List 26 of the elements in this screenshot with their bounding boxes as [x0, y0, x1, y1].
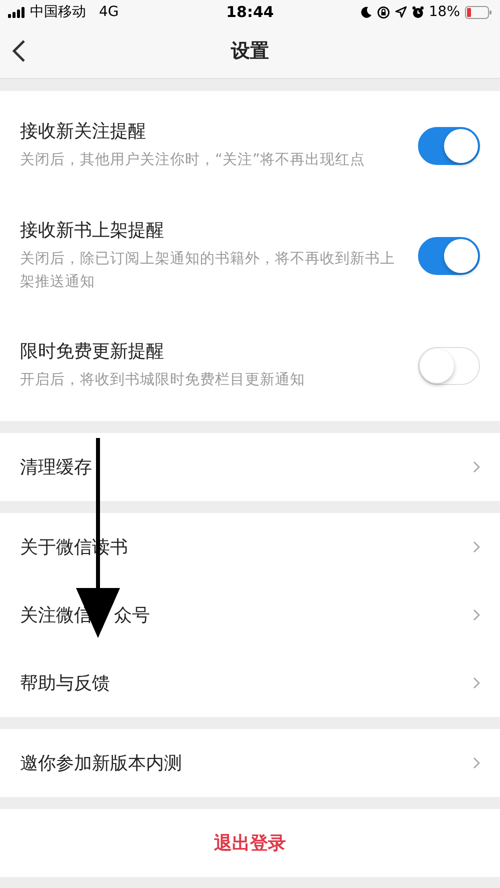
setting-title: 接收新书上架提醒	[20, 218, 165, 242]
location-icon	[394, 6, 407, 18]
network-type: 4G	[99, 4, 119, 20]
setting-title: 接收新关注提醒	[20, 120, 147, 144]
chevron-icon	[473, 677, 480, 689]
battery-icon	[465, 6, 492, 18]
carrier-name: 中国移动	[30, 3, 86, 21]
setting-description: 关闭后，其他用户关注你时，“关注”将不再出现红点	[20, 151, 366, 170]
alarm-clock-icon	[412, 6, 424, 18]
chevron-icon	[473, 541, 480, 553]
rotation-lock-icon	[376, 6, 390, 18]
battery-percent: 18%	[428, 4, 460, 20]
toggle-switch[interactable]	[418, 127, 480, 165]
setting-description: 开启后，将收到书城限时免费栏目更新通知	[20, 370, 306, 390]
setting-description: 关闭后，除已订阅上架通知的书籍外，将不再收到新书上架推送通知	[20, 250, 396, 292]
setting-title: 限时免费更新提醒	[20, 340, 165, 364]
row-label: 众号	[114, 604, 150, 627]
clock-time: 18:44	[226, 3, 274, 21]
signal-icon	[8, 6, 25, 18]
moon-icon	[360, 6, 372, 18]
chevron-icon	[473, 757, 480, 769]
chevron-icon	[473, 461, 480, 473]
page-title: 设置	[231, 39, 269, 64]
chevron-icon	[473, 609, 480, 621]
toggle-switch[interactable]	[418, 237, 480, 275]
logout-button[interactable]: 退出登录	[0, 809, 500, 877]
